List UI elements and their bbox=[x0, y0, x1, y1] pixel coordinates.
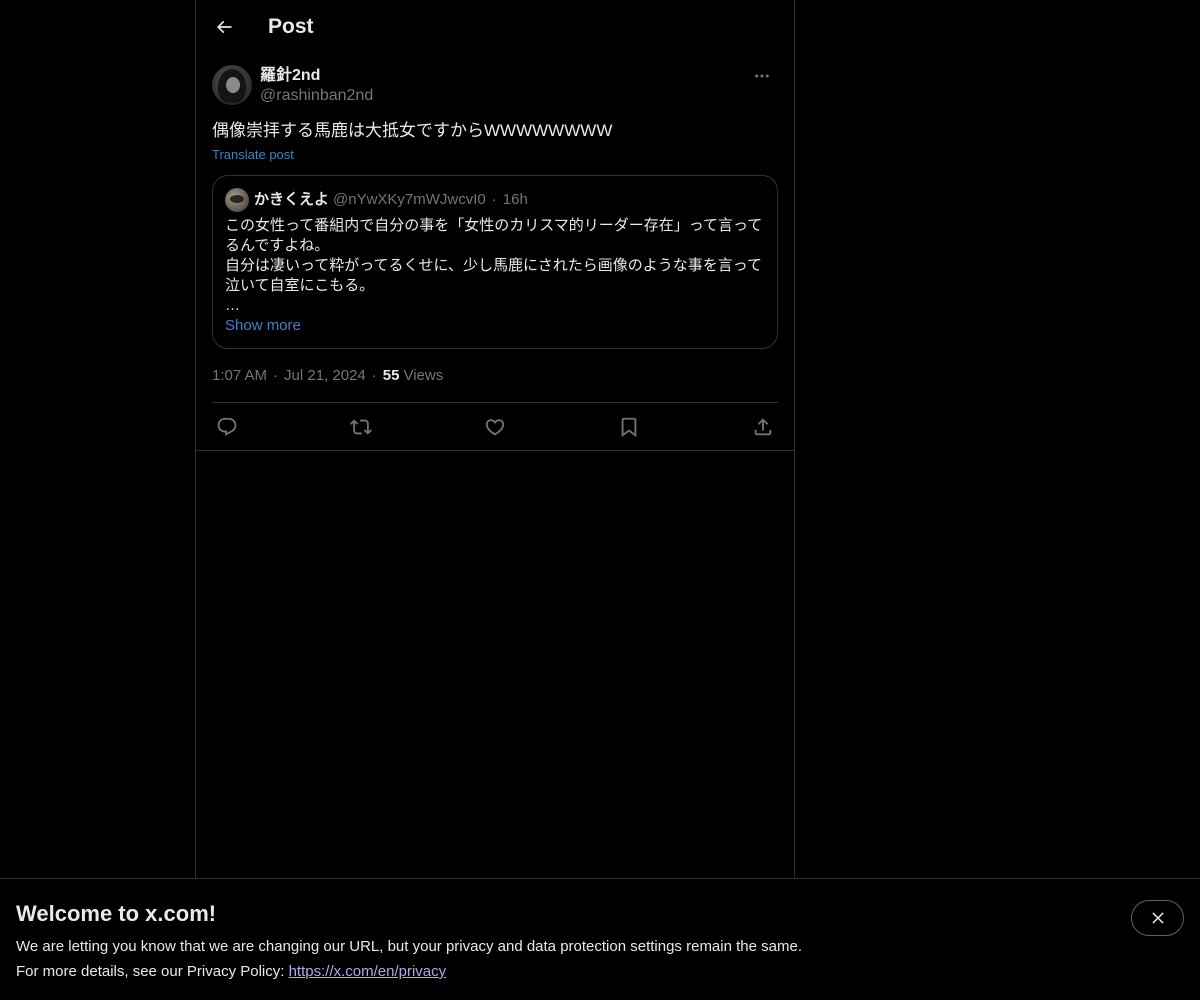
banner-message: We are letting you know that we are chan… bbox=[16, 938, 802, 955]
quoted-text-line: 泣いて自室にこもる。 bbox=[225, 277, 375, 294]
quoted-text-line: … bbox=[225, 297, 240, 314]
page-header: Post bbox=[196, 0, 794, 54]
post-text: 偶像崇拝する馬鹿は大抵女ですからWWWWWWWW bbox=[212, 121, 613, 140]
post-date[interactable]: Jul 21, 2024 bbox=[284, 367, 366, 384]
page-title: Post bbox=[268, 15, 314, 38]
separator-dot: · bbox=[491, 191, 497, 208]
divider bbox=[196, 450, 794, 451]
close-icon bbox=[1151, 912, 1164, 924]
quoted-post-time: 16h bbox=[502, 191, 528, 208]
quoted-post-meta: かきくえよ @nYwXKy7mWJwcvI0 · 16h bbox=[254, 190, 528, 210]
banner-title: Welcome to x.com! bbox=[16, 901, 217, 926]
post-actions bbox=[212, 402, 778, 450]
translate-post-link[interactable]: Translate post bbox=[212, 146, 294, 164]
quoted-post-text: この女性って番組内で自分の事を「女性のカリスマ的リーダー存在」って言って るんで… bbox=[225, 216, 767, 316]
heart-icon bbox=[485, 419, 505, 436]
separator-dot: · bbox=[273, 367, 279, 384]
post-meta: 1:07 AM · Jul 21, 2024 · 55 Views bbox=[212, 366, 443, 386]
primary-column: Post 羅針2nd @rashinban2nd 偶像崇拝する馬鹿は大抵女ですか… bbox=[195, 0, 795, 1000]
back-button[interactable] bbox=[208, 11, 240, 43]
banner-privacy-line: For more details, see our Privacy Policy… bbox=[16, 962, 446, 982]
reply-icon bbox=[217, 417, 237, 436]
repost-button[interactable] bbox=[348, 414, 374, 440]
author-handle[interactable]: @rashinban2nd bbox=[260, 86, 373, 106]
like-button[interactable] bbox=[482, 414, 508, 440]
views-count: 55 bbox=[382, 367, 400, 384]
author-name[interactable]: 羅針2nd bbox=[260, 66, 320, 86]
share-button[interactable] bbox=[750, 414, 776, 440]
quoted-post[interactable]: かきくえよ @nYwXKy7mWJwcvI0 · 16h この女性って番組内で自分の事… bbox=[212, 175, 778, 349]
quoted-author-avatar bbox=[225, 188, 249, 212]
privacy-policy-link[interactable]: https://x.com/en/privacy bbox=[289, 963, 447, 980]
bookmark-icon bbox=[621, 417, 637, 438]
quoted-text-line: るんですよね。 bbox=[225, 237, 330, 254]
close-banner-button[interactable] bbox=[1131, 900, 1184, 936]
more-horizontal-icon bbox=[755, 74, 769, 78]
banner-privacy-prefix: For more details, see our Privacy Policy… bbox=[16, 963, 289, 980]
quoted-text-line: この女性って番組内で自分の事を「女性のカリスマ的リーダー存在」って言って bbox=[225, 217, 763, 234]
arrow-left-icon bbox=[216, 20, 232, 34]
show-more-link[interactable]: Show more bbox=[225, 316, 301, 336]
views-label: Views bbox=[403, 367, 444, 384]
quoted-author-name: かきくえよ bbox=[254, 191, 330, 208]
author-avatar[interactable] bbox=[212, 65, 252, 105]
repost-icon bbox=[350, 419, 372, 435]
separator-dot: · bbox=[371, 367, 377, 384]
post-time[interactable]: 1:07 AM bbox=[212, 367, 267, 384]
bookmark-button[interactable] bbox=[616, 414, 642, 440]
more-button[interactable] bbox=[746, 64, 778, 88]
quoted-author-handle: @nYwXKy7mWJwcvI0 bbox=[333, 191, 486, 208]
quoted-text-line: 自分は凄いって粋がってるくせに、少し馬鹿にされたら画像のような事を言って bbox=[225, 257, 763, 274]
share-icon bbox=[754, 418, 772, 436]
reply-button[interactable] bbox=[214, 414, 240, 440]
welcome-banner: Welcome to x.com! We are letting you kno… bbox=[0, 878, 1200, 1000]
